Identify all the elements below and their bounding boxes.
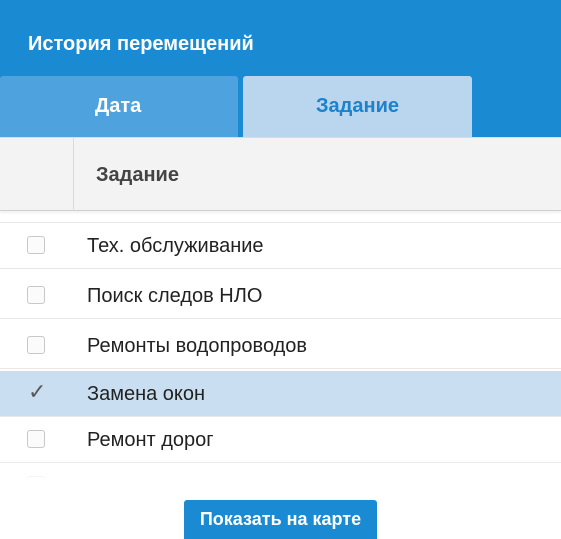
task-label: Ремонт дорог	[87, 429, 214, 451]
list-item[interactable]: Тех. обслуживание	[0, 223, 561, 269]
task-list[interactable]: Тех. обслуживание Поиск следов НЛО Ремон…	[0, 211, 561, 483]
column-divider	[73, 138, 74, 211]
panel-header: История перемещений Дата Задание	[0, 0, 561, 137]
task-checkbox[interactable]	[27, 286, 45, 304]
task-checkbox[interactable]: ✓	[27, 379, 47, 404]
task-label: Тех. обслуживание	[87, 235, 264, 257]
task-checkbox[interactable]	[27, 336, 45, 354]
task-checkbox[interactable]	[27, 430, 45, 448]
show-on-map-button[interactable]: Показать на карте	[184, 500, 377, 539]
list-item[interactable]: Ремонт дорог	[0, 417, 561, 463]
tab-task[interactable]: Задание	[243, 76, 472, 137]
column-header-task[interactable]: Задание	[96, 162, 179, 188]
panel-title: История перемещений	[28, 33, 254, 55]
task-label: Ремонты водопроводов	[87, 335, 308, 357]
task-checkbox[interactable]	[27, 236, 45, 254]
list-item-selected[interactable]: ✓ Замена окон	[0, 371, 561, 417]
movement-history-panel: История перемещений Дата Задание Задание…	[0, 0, 561, 539]
list-item[interactable]: Поиск следов НЛО	[0, 273, 561, 319]
tab-date[interactable]: Дата	[0, 76, 238, 137]
list-fade	[0, 460, 561, 483]
task-label: Поиск следов НЛО	[87, 285, 263, 307]
checkmark-icon: ✓	[28, 379, 47, 404]
list-item[interactable]	[0, 211, 561, 223]
table-column-header: Задание	[0, 137, 561, 211]
task-label: Замена окон	[87, 383, 206, 405]
list-item[interactable]: Ремонты водопроводов	[0, 323, 561, 369]
